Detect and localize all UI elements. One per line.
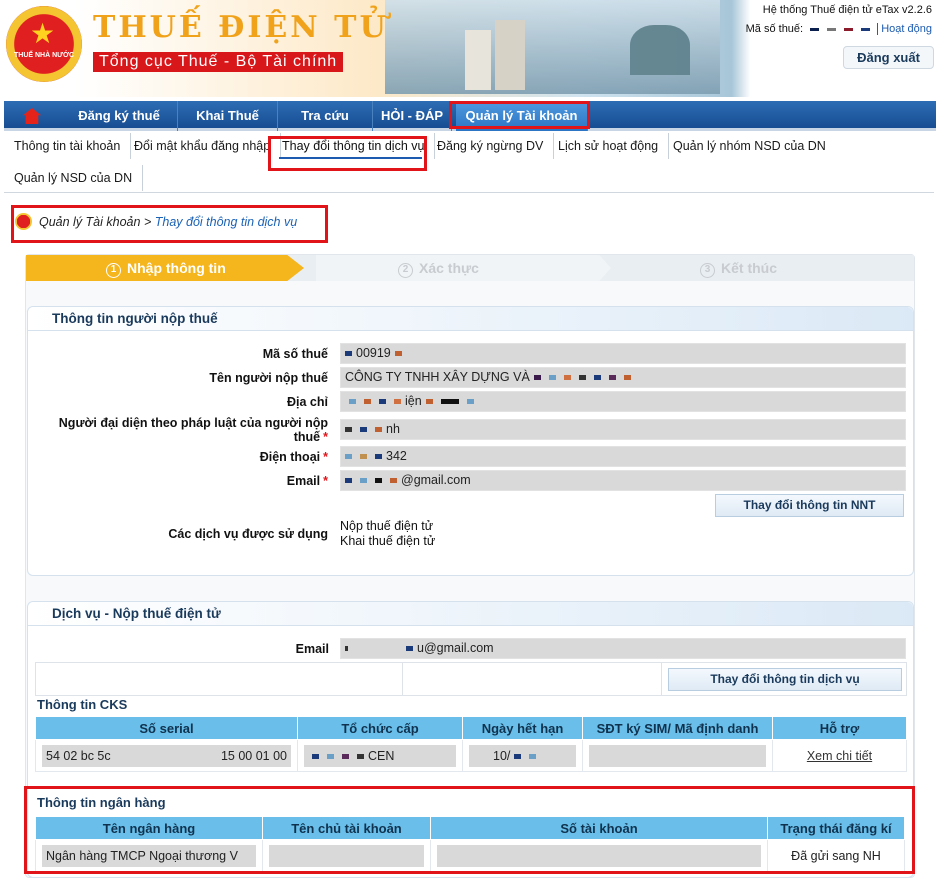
cks-header-expiry: Ngày hết hạn [462, 716, 583, 740]
service-section-title: Dịch vụ - Nộp thuế điện tử [28, 602, 913, 626]
services-label: Các dịch vụ được sử dụng [168, 527, 328, 541]
taxpayer-section-title: Thông tin người nộp thuế [28, 307, 913, 331]
step-2: 2 Xác thực [316, 255, 611, 281]
name-field: CÔNG TY TNHH XÂY DỰNG VÀ [340, 367, 906, 388]
cks-header-serial: Số serial [35, 716, 298, 740]
cks-header-support: Hỗ trợ [772, 716, 907, 740]
subnav-account-info[interactable]: Thông tin tài khoản [4, 133, 132, 159]
address-label: Địa chỉ [287, 395, 328, 409]
serial-part-b: 15 00 01 00 [220, 748, 287, 763]
service-grid-cell [35, 662, 403, 696]
rep-label: Người đại diện theo pháp luật của người … [58, 416, 328, 444]
subnav-stop-service[interactable]: Đăng ký ngừng DV [427, 133, 555, 159]
cks-serial: 54 02 bc 5c 15 00 01 00 [35, 739, 298, 772]
wizard-steps: 1 Nhập thông tin 2 Xác thực 3 Kết thúc [26, 255, 914, 281]
change-taxpayer-button[interactable]: Thay đổi thông tin NNT [715, 494, 904, 517]
system-info: Hệ thống Thuế điện tử eTax v2.2.6 Mã số … [746, 4, 932, 35]
emblem-logo: ★ THUẾ NHÀ NƯỚC [6, 6, 82, 82]
cks-title: Thông tin CKS [37, 697, 128, 712]
system-version: Hệ thống Thuế điện tử eTax v2.2.6 [762, 4, 932, 16]
change-service-button[interactable]: Thay đổi thông tin dịch vụ [668, 668, 902, 691]
highlight-nav [449, 101, 590, 129]
address-field: iện [340, 391, 906, 412]
divider [4, 192, 934, 193]
mst-label: Mã số thuế [262, 347, 328, 361]
service-email-label: Email [295, 642, 329, 656]
cks-support-link[interactable]: Xem chi tiết [772, 739, 907, 772]
step-1: 1 Nhập thông tin [26, 255, 304, 281]
cks-header-issuer: Tổ chức cấp [297, 716, 463, 740]
subnav-user-groups[interactable]: Quản lý nhóm NSD của DN [663, 133, 836, 159]
cks-issuer: CEN [297, 739, 463, 772]
nav-khai-thue[interactable]: Khai Thuế [178, 101, 278, 131]
highlight-subnav [268, 136, 427, 171]
table-row: 54 02 bc 5c 15 00 01 00 CEN 10/ Xem chi t… [35, 739, 907, 772]
nav-dang-ky-thue[interactable]: Đăng ký thuế [61, 101, 178, 131]
highlight-breadcrumb [11, 205, 328, 243]
email-label: Email * [286, 474, 328, 488]
serial-part-a: 54 02 bc 5c [46, 748, 111, 763]
logout-button[interactable]: Đăng xuất [843, 46, 934, 69]
mst-field: 00919 [340, 343, 906, 364]
cks-header-sim: SĐT ký SIM/ Mã định danh [582, 716, 773, 740]
service-item: Khai thuế điện tử [340, 534, 436, 548]
phone-field: 342 [340, 446, 906, 467]
subnav-history[interactable]: Lịch sử hoạt động [548, 133, 670, 159]
service-item: Nộp thuế điện tử [340, 519, 434, 533]
highlight-bank [24, 786, 915, 874]
nav-tra-cuu[interactable]: Tra cứu [278, 101, 373, 131]
subnav-change-password[interactable]: Đổi mật khẩu đăng nhập [124, 133, 282, 159]
site-title: THUẾ ĐIỆN TỬ [93, 10, 389, 45]
services-list: Nộp thuế điện tử Khai thuế điện tử [340, 519, 435, 549]
activity-link[interactable]: Hoạt động [877, 23, 932, 35]
cks-table: Số serial Tổ chức cấp Ngày hết hạn SĐT k… [35, 716, 907, 772]
step-3: 3 Kết thúc [626, 255, 914, 281]
home-icon[interactable] [4, 101, 60, 131]
service-email-field: u@gmail.com [340, 638, 906, 659]
name-label: Tên người nộp thuế [209, 371, 328, 385]
banner-image [385, 0, 720, 94]
rep-field: nh [340, 419, 906, 440]
tax-code-label: Mã số thuế: [745, 23, 804, 35]
site-subtitle: Tổng cục Thuế - Bộ Tài chính [93, 52, 344, 72]
service-grid-cell [402, 662, 662, 696]
phone-label: Điện thoại * [259, 450, 328, 464]
cks-sim [582, 739, 773, 772]
email-field: @gmail.com [340, 470, 906, 491]
nav-hoi-dap[interactable]: HỎI - ĐÁP [373, 101, 452, 131]
subnav-users[interactable]: Quản lý NSD của DN [4, 165, 144, 191]
cks-expiry: 10/ [462, 739, 583, 772]
